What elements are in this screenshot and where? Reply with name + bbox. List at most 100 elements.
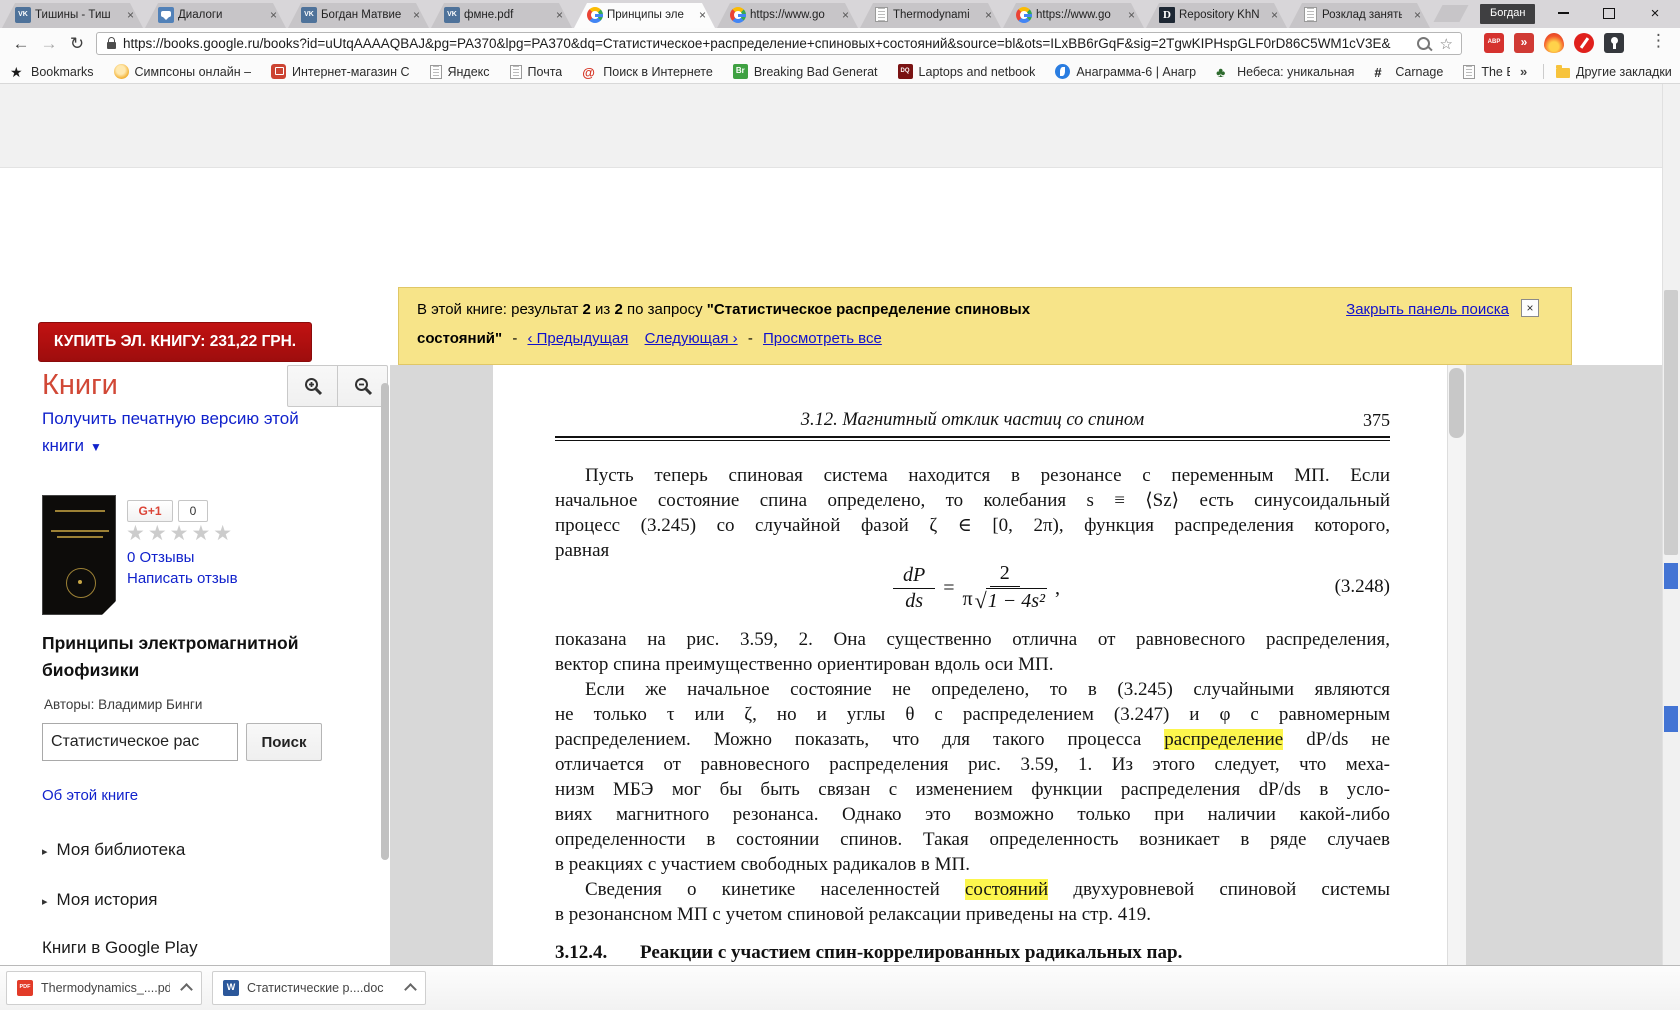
browser-menu-icon[interactable]: ⋮ (1650, 31, 1667, 51)
bookmark-item[interactable]: Небеса: уникальная (1216, 64, 1354, 79)
profile-name-badge[interactable]: Богдан (1480, 4, 1535, 24)
search-results-panel: В этой книге: результат 2 из 2 по запрос… (398, 287, 1572, 365)
bookmark-item[interactable]: Анаграмма-6 | Анагр (1055, 64, 1196, 79)
bookmark-item[interactable]: Bookmarks (10, 64, 94, 79)
buy-ebook-button[interactable]: КУПИТЬ ЭЛ. КНИГУ: 231,22 ГРН. (38, 322, 312, 362)
tab-close-icon[interactable]: × (699, 8, 706, 22)
tab-close-icon[interactable]: × (270, 8, 277, 22)
browser-tab[interactable]: VKфмне.pdf× (431, 3, 572, 28)
search-highlight: распределение (1164, 729, 1283, 750)
browser-tab[interactable]: https://www.go × (717, 3, 858, 28)
swirl-icon (1055, 64, 1070, 79)
book-text-line: виях магнитного резонанса. Однако это во… (555, 802, 1390, 827)
in-book-search-button[interactable]: Поиск (246, 723, 322, 761)
tab-close-icon[interactable]: × (127, 8, 134, 22)
bookmark-item[interactable]: The Brain — умный ж (1463, 65, 1510, 79)
text-segment: вектор спина преимущественно ориентирова… (555, 654, 1053, 675)
next-result-link[interactable]: Следующая › (645, 330, 738, 347)
browser-tab[interactable]: Thermodynami× (860, 3, 1001, 28)
get-print-version-link[interactable]: Получить печатную версию этой книги▼ (42, 405, 299, 461)
bookmark-star-icon[interactable]: ☆ (1440, 35, 1453, 53)
adblock-plus-icon[interactable] (1484, 33, 1504, 53)
sidebar-scrollbar-thumb[interactable] (381, 383, 389, 860)
write-review-link[interactable]: Написать отзыв (127, 570, 238, 587)
bookmark-item[interactable]: Breaking Bad Generat (733, 64, 878, 79)
bookmark-item[interactable]: Симпсоны онлайн – (114, 64, 252, 79)
zoom-out-icon (353, 376, 373, 396)
rating-stars[interactable]: ★★★★★ (126, 521, 235, 546)
download-item[interactable]: Thermodynamics_....pdf (6, 971, 202, 1005)
bookmark-item[interactable]: Яндекс (430, 65, 490, 79)
text-segment: dP/ds не (1283, 729, 1390, 750)
bookmarks-overflow-icon[interactable]: » (1520, 64, 1527, 79)
new-tab-button[interactable] (1433, 5, 1468, 22)
in-book-search-input[interactable] (42, 723, 238, 761)
address-bar[interactable]: https://books.google.ru/books?id=uUtqAAA… (96, 32, 1462, 55)
tab-close-icon[interactable]: × (413, 8, 420, 22)
book-text-line: вектор спина преимущественно ориентирова… (555, 652, 1390, 677)
tab-close-icon[interactable]: × (1271, 8, 1278, 22)
bookmark-item[interactable]: Интернет-магазин С (271, 64, 409, 79)
close-search-panel-button[interactable]: × (1521, 299, 1539, 317)
search-zoom-icon[interactable] (1417, 37, 1430, 50)
triangle-down-icon: ▼ (90, 440, 102, 454)
other-bookmarks-button[interactable]: Другие закладки (1556, 60, 1672, 83)
browser-tab[interactable]: Диалоги × (145, 3, 286, 28)
zoom-in-button[interactable] (287, 365, 338, 407)
browser-tab[interactable]: Розклад занять× (1289, 3, 1430, 28)
book-cover-thumbnail[interactable] (42, 495, 116, 615)
maximize-button[interactable] (1594, 0, 1624, 26)
sidebar-item-my-history[interactable]: ▸Моя история (42, 890, 157, 910)
main-scrollbar-thumb[interactable] (1664, 290, 1678, 555)
close-window-button[interactable]: × (1640, 0, 1670, 26)
minimize-button[interactable] (1548, 0, 1578, 26)
chevron-up-icon[interactable] (180, 983, 193, 996)
bookmark-item[interactable]: Почта (510, 65, 563, 79)
comma: , (1055, 577, 1060, 600)
download-item[interactable]: Статистические р....doc (212, 971, 426, 1005)
privacy-icon[interactable] (1604, 33, 1624, 53)
tab-title: Диалоги (178, 9, 258, 21)
tab-close-icon[interactable]: × (1128, 8, 1135, 22)
view-all-results-link[interactable]: Просмотреть все (763, 330, 882, 347)
flame-icon[interactable] (1544, 33, 1564, 53)
google-plus-one-button[interactable]: G+1 (127, 500, 173, 522)
tab-close-icon[interactable]: × (842, 8, 849, 22)
reload-button[interactable]: ↻ (64, 31, 90, 57)
browser-tab[interactable]: https://www.go× (1003, 3, 1144, 28)
books-brand[interactable]: Книги (42, 369, 118, 402)
url-text[interactable]: https://books.google.ru/books?id=uUtqAAA… (123, 36, 1411, 51)
forward-button[interactable]: → (36, 31, 62, 57)
bookmark-item[interactable]: Поиск в Интернете (582, 64, 713, 79)
viewer-scrollbar[interactable] (1447, 365, 1466, 1010)
sidebar-item-google-play-books[interactable]: Книги в Google Play (42, 938, 198, 958)
about-this-book-link[interactable]: Об этой книге (42, 787, 138, 804)
numerator: 2 (990, 562, 1020, 587)
blocker-icon[interactable] (1574, 33, 1594, 53)
author-name[interactable]: Владимир Бинги (98, 697, 202, 712)
frigate-icon[interactable] (1514, 33, 1534, 53)
book-text-line: распределением. Можно показать, что для … (555, 727, 1390, 752)
chevron-up-icon[interactable] (404, 983, 417, 996)
browser-tab[interactable]: VKБогдан Матвие× (288, 3, 429, 28)
browser-tab[interactable]: Принципы эле× (574, 3, 715, 28)
back-button[interactable]: ← (8, 31, 34, 57)
browser-tab[interactable]: VKТишины - Тиш× (2, 3, 143, 28)
close-search-panel-link[interactable]: Закрыть панель поиска (1346, 301, 1509, 318)
tab-title: https://www.go (750, 9, 830, 21)
tab-close-icon[interactable]: × (1414, 8, 1421, 22)
book-text-line: низм МБЭ мог бы быть связан с изменением… (555, 777, 1390, 802)
reviews-count-link[interactable]: 0 Отзывы (127, 549, 194, 566)
browser-tab[interactable]: DRepository KhN× (1146, 3, 1287, 28)
bookmark-label: Breaking Bad Generat (754, 65, 878, 79)
bookmark-item[interactable]: Laptops and netbook (898, 64, 1036, 79)
viewer-scrollbar-thumb[interactable] (1449, 368, 1464, 438)
bookmark-label: Симпсоны онлайн – (135, 65, 252, 79)
tab-close-icon[interactable]: × (556, 8, 563, 22)
vk-favicon: VK (301, 7, 317, 23)
bookmark-item[interactable]: Carnage (1374, 64, 1443, 79)
bookmark-label: Анаграмма-6 | Анагр (1076, 65, 1196, 79)
tab-close-icon[interactable]: × (985, 8, 992, 22)
previous-result-link[interactable]: ‹ Предыдущая (527, 330, 628, 347)
sidebar-item-my-library[interactable]: ▸Моя библиотека (42, 840, 185, 860)
